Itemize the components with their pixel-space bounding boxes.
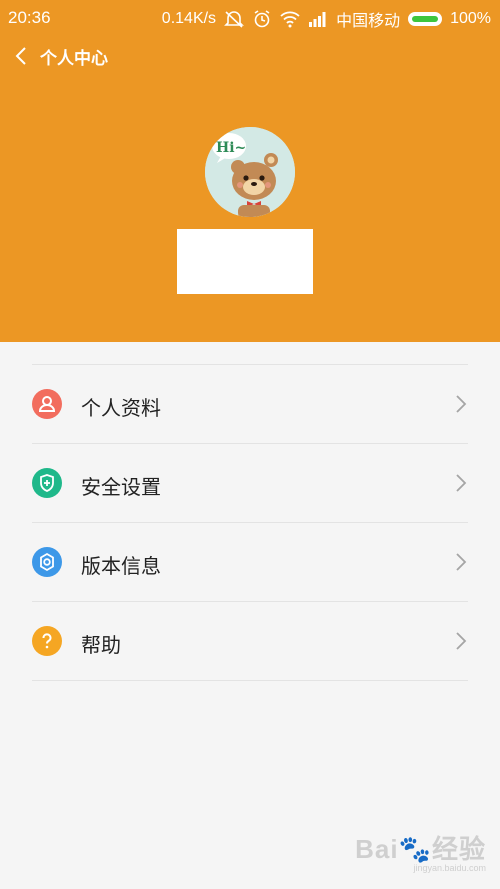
profile-header: 20:36 0.14K/s 中国移动 100% 个人中心 Hi~ [0, 0, 500, 342]
status-time: 20:36 [8, 8, 51, 27]
chevron-left-icon [15, 47, 26, 65]
avatar[interactable]: Hi~ [205, 127, 295, 217]
battery-icon [408, 12, 443, 26]
chevron-right-icon [456, 632, 467, 650]
bear-hi-avatar-icon: Hi~ [205, 127, 295, 217]
network-speed: 0.14K/s [161, 10, 217, 27]
back-button[interactable] [12, 44, 32, 68]
username-box [177, 229, 313, 294]
menu-item-label: 版本信息 [81, 554, 161, 578]
battery-percent: 100% [450, 10, 491, 27]
chevron-right-icon [456, 474, 467, 492]
menu-item-security[interactable]: 安全设置 [32, 444, 468, 522]
menu-item-profile[interactable]: 个人资料 [32, 365, 468, 443]
menu-item-version[interactable]: 版本信息 [32, 523, 468, 601]
shield-plus-icon [32, 468, 62, 498]
menu-item-label: 个人资料 [81, 396, 161, 420]
battery-fill [412, 16, 439, 22]
signal-icon [308, 10, 328, 28]
wifi-icon [280, 10, 300, 28]
carrier-name: 中国移动 [336, 13, 401, 30]
settings-menu: 个人资料 安全设置 版本信息 帮助 [32, 364, 468, 681]
gear-icon [32, 547, 62, 577]
status-right-group: 0.14K/s 中国移动 100% [162, 7, 491, 31]
baidu-jingyan-watermark: Bai🐾经验 jingyan.baidu.com [355, 829, 486, 873]
question-icon [32, 626, 62, 656]
status-bar: 20:36 0.14K/s 中国移动 100% [0, 0, 500, 36]
title-bar: 个人中心 [0, 36, 500, 76]
menu-item-label: 帮助 [81, 633, 121, 657]
menu-item-help[interactable]: 帮助 [32, 602, 468, 680]
alarm-icon [252, 10, 272, 28]
divider [32, 680, 468, 681]
chevron-right-icon [456, 395, 467, 413]
avatar-text: Hi~ [216, 140, 246, 156]
mute-icon [224, 10, 244, 28]
chevron-right-icon [456, 553, 467, 571]
watermark-main: Bai🐾经验 [355, 834, 486, 864]
page-title: 个人中心 [40, 49, 108, 69]
menu-item-label: 安全设置 [81, 475, 161, 499]
person-icon [32, 389, 62, 419]
